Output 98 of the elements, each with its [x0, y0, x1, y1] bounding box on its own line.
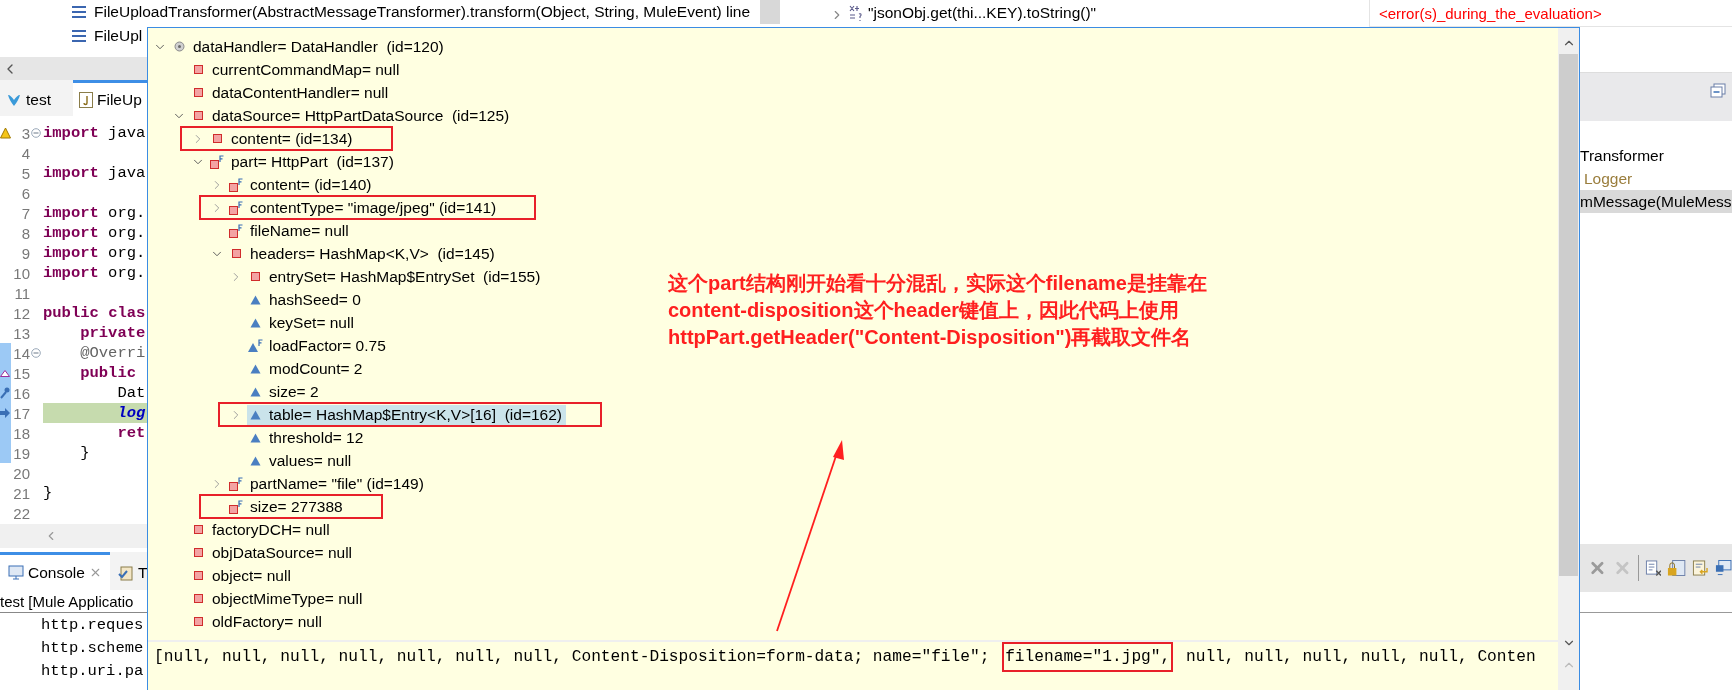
code-line: private: [79, 323, 146, 343]
variable-item[interactable]: content= (id=134): [225, 128, 357, 149]
code-line: import org.: [43, 203, 146, 223]
outline-item[interactable]: Logger: [1580, 167, 1732, 190]
square-icon: [193, 88, 203, 97]
triangle-icon: [249, 432, 261, 443]
square-icon: [250, 272, 260, 281]
fold-minus-icon[interactable]: [31, 348, 41, 358]
square-flag-icon: [229, 177, 243, 192]
variable-item[interactable]: factoryDCH= null: [206, 519, 334, 540]
square-icon: [193, 111, 203, 120]
console-line: http.reques: [41, 615, 144, 634]
square-flag-icon: [229, 499, 243, 514]
square-flag-icon: [229, 476, 243, 491]
code-line: import org.: [43, 263, 146, 283]
variable-item[interactable]: partName= "file" (id=149): [244, 473, 428, 494]
code-line: public: [79, 363, 137, 383]
variable-item[interactable]: object= null: [206, 565, 295, 586]
editor-tab[interactable]: test: [0, 80, 61, 116]
square-icon: [193, 548, 203, 557]
monitor-icon: [8, 565, 24, 580]
variable-item[interactable]: dataContentHandler= null: [206, 82, 393, 103]
variable-item[interactable]: modCount= 2: [263, 358, 367, 379]
annotation-note: 这个part结构刚开始看十分混乱，实际这个filename是挂靠在 content-disposition这个header键值上，因此代码上使用 httpPart.getHeader("Content-Disposition")再截取文件名: [668, 271, 1207, 350]
variable-item[interactable]: keySet= null: [263, 312, 358, 333]
square-icon: [231, 249, 241, 258]
variable-item[interactable]: content= (id=140): [244, 174, 376, 195]
scrollbar[interactable]: [1558, 28, 1579, 690]
square-icon: [212, 134, 222, 143]
variable-item[interactable]: dataSource= HttpPartDataSource (id=125): [206, 105, 514, 126]
variable-item[interactable]: headers= HashMap<K,V> (id=145): [244, 243, 499, 264]
list-icon: [72, 6, 86, 18]
code-line: public clas: [43, 303, 146, 323]
console-line: http.uri.pa: [41, 661, 144, 680]
square-icon: [193, 571, 203, 580]
variable-item[interactable]: values= null: [263, 450, 356, 471]
circle-icon: [173, 41, 185, 52]
lock-icon[interactable]: [1667, 559, 1687, 577]
code-line: }: [43, 483, 53, 503]
variable-item[interactable]: part= HttpPart (id=137): [225, 151, 398, 172]
code-line: import org.: [43, 243, 146, 263]
stack-frame[interactable]: FileUpl: [94, 27, 143, 45]
variable-item[interactable]: hashSeed= 0: [263, 289, 365, 310]
stack-frame[interactable]: FileUploadTransformer(AbstractMessageTransformer).transform(Object, String, MuleEvent) line: [94, 3, 751, 21]
fold-minus-icon[interactable]: [31, 128, 41, 138]
expression-icon: [848, 4, 864, 22]
console-title: test [Mule Applicatio: [0, 592, 134, 610]
code-line: import org.: [43, 223, 146, 243]
code-line: ret: [116, 423, 146, 443]
square-icon: [193, 65, 203, 74]
triangle-icon: [249, 294, 261, 305]
code-line: import java: [43, 123, 146, 143]
variable-item[interactable]: size= 277388: [244, 496, 347, 517]
square-icon: [193, 594, 203, 603]
outline-item[interactable]: mMessage(MuleMess: [1580, 190, 1732, 213]
variable-item[interactable]: oldFactory= null: [206, 611, 326, 632]
code-line: import java: [43, 163, 146, 183]
code-line: Dat: [116, 383, 146, 403]
variable-item[interactable]: entrySet= HashMap$EntrySet (id=155): [263, 266, 545, 287]
variable-item[interactable]: table= HashMap$Entry<K,V>[16] (id=162): [263, 404, 566, 425]
triangle-icon: [249, 317, 261, 328]
variable-item[interactable]: threshold= 12: [263, 427, 368, 448]
collapse-all-icon[interactable]: [1710, 83, 1726, 99]
variable-item[interactable]: size= 2: [263, 381, 323, 402]
square-flag-icon: [210, 154, 224, 169]
monitor-icon[interactable]: [1715, 559, 1732, 577]
variable-item[interactable]: contentType= "image/jpeg" (id=141): [244, 197, 501, 218]
expression-text: "jsonObj.get(thi...KEY).toString()": [868, 4, 1097, 22]
view-tab[interactable]: T: [109, 552, 156, 590]
code-line: @Overri: [79, 343, 146, 363]
document-icon[interactable]: [1644, 559, 1662, 577]
console-line: http.scheme: [41, 638, 144, 657]
square-flag-icon: [229, 200, 243, 215]
scroll-block: [760, 0, 781, 24]
list-icon: [72, 30, 86, 42]
variable-item[interactable]: loadFactor= 0.75: [263, 335, 390, 356]
variable-item[interactable]: objectMimeType= null: [206, 588, 367, 609]
triangle-icon: [249, 363, 261, 374]
scrollbar-thumb[interactable]: [1559, 54, 1578, 576]
detail-value: [null, null, null, null, null, null, null, Content-Disposition=form-data; name="file"; filename="1.jpg", null, null, null, null, null, Conten: [151, 642, 1539, 672]
triangle-flag-icon: [247, 338, 263, 353]
view-tab[interactable]: Console: [0, 552, 110, 590]
outline-item[interactable]: Transformer: [1580, 144, 1732, 167]
square-icon: [193, 525, 203, 534]
triangle-icon: [249, 455, 261, 466]
triangle-icon: [249, 386, 261, 397]
variable-item[interactable]: currentCommandMap= null: [206, 59, 404, 80]
expression-value: <error(s)_during_the_evaluation>: [1379, 5, 1602, 22]
variable-item[interactable]: dataHandler= DataHandler (id=120): [187, 36, 448, 57]
java-file-icon: [79, 91, 93, 108]
square-icon: [193, 617, 203, 626]
variable-item[interactable]: fileName= null: [244, 220, 353, 241]
clipboard-check-icon: [117, 564, 134, 581]
square-flag-icon: [229, 223, 243, 238]
document-arrow-icon[interactable]: [1692, 559, 1710, 577]
triangle-icon: [249, 409, 261, 420]
code-line: }: [79, 443, 90, 463]
variable-item[interactable]: objDataSource= null: [206, 542, 357, 563]
